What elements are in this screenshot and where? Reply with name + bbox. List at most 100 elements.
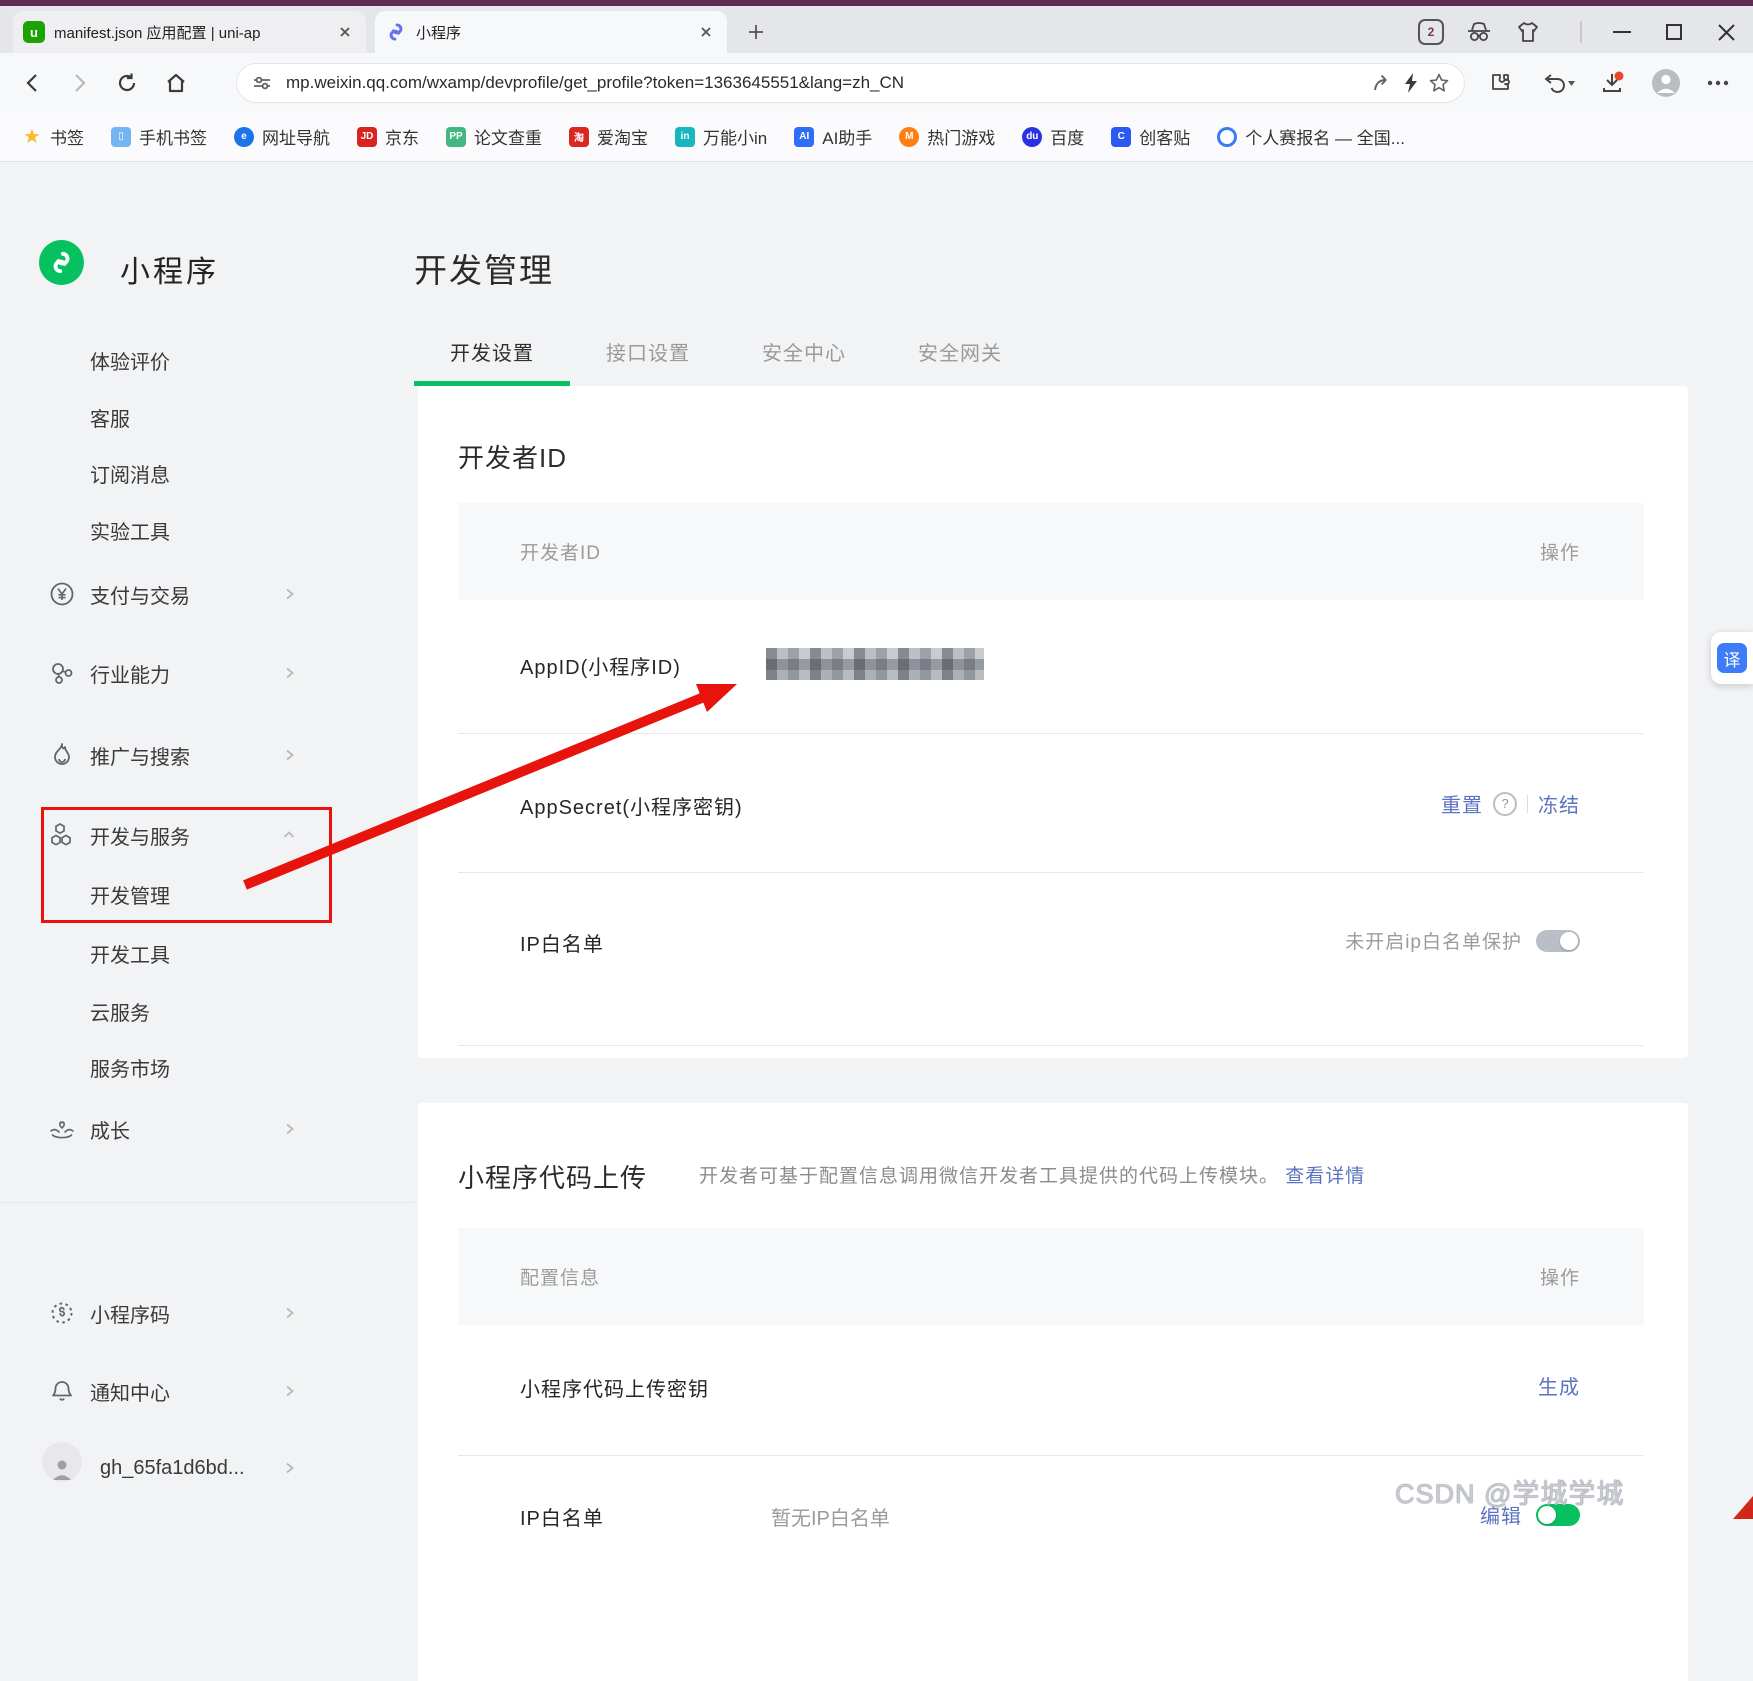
bookmark-item[interactable]: e 网址导航 (234, 124, 330, 149)
view-details-link[interactable]: 查看详情 (1285, 1166, 1365, 1187)
section-description: 开发者可基于配置信息调用微信开发者工具提供的代码上传模块。 查看详情 (699, 1161, 1365, 1188)
sidebar-item-growth[interactable]: 成长 (0, 1109, 370, 1149)
generate-link[interactable]: 生成 (1538, 1371, 1580, 1400)
page-content: 小程序 体验评价 客服 订阅消息 实验工具 支付与交易 (0, 162, 1753, 1519)
chevron-right-icon (280, 746, 298, 764)
upload-key-actions: 生成 (1538, 1371, 1580, 1400)
annotation-red-box (41, 807, 332, 923)
url-bar[interactable]: mp.weixin.qq.com/wxamp/devprofile/get_pr… (236, 63, 1465, 103)
nav-favicon: e (234, 127, 254, 147)
baidu-favicon: du (1022, 127, 1042, 147)
freeze-link[interactable]: 冻结 (1538, 789, 1580, 818)
bookmark-item[interactable]: du 百度 (1022, 124, 1084, 149)
ip-whitelist-value: 暂无IP白名单 (771, 1502, 890, 1531)
lightning-icon[interactable] (1397, 69, 1425, 97)
row-divider (458, 1455, 1644, 1456)
sidebar-item-payment[interactable]: 支付与交易 (0, 574, 370, 614)
sidebar-item-industry[interactable]: 行业能力 (0, 653, 370, 693)
sidebar-item-experience-review[interactable]: 体验评价 (0, 340, 370, 380)
tab-close-icon[interactable] (334, 21, 356, 43)
taobao-favicon: 淘 (569, 127, 589, 147)
bookmark-item[interactable]: C 创客贴 (1111, 124, 1190, 149)
flame-icon (46, 739, 78, 771)
theme-shirt-icon[interactable] (1511, 16, 1545, 48)
ip-whitelist-label: IP白名单 (520, 1502, 604, 1531)
bookmark-item[interactable]: 个人赛报名 — 全国... (1217, 124, 1405, 149)
incognito-icon[interactable] (1462, 16, 1496, 48)
ip-protection-toggle[interactable] (1536, 930, 1580, 952)
browser-tab-uniapp[interactable]: u manifest.json 应用配置 | uni-ap (13, 11, 366, 53)
bookmark-item[interactable]: M 热门游戏 (899, 124, 995, 149)
bookmark-item[interactable]: in 万能小in (675, 124, 767, 149)
ip-whitelist-label: IP白名单 (520, 928, 604, 957)
browser-menu-dots-icon[interactable] (1702, 67, 1734, 99)
extensions-puzzle-icon[interactable] (1484, 67, 1516, 99)
sidebar-item-promotion-search[interactable]: 推广与搜索 (0, 735, 370, 775)
tab-security-center[interactable]: 安全中心 (726, 334, 882, 382)
screenshot-root: u manifest.json 应用配置 | uni-ap 小程序 2 (0, 0, 1753, 1519)
bookmark-star-icon[interactable] (1425, 69, 1453, 97)
bookmark-item[interactable]: AI AI助手 (794, 124, 872, 149)
undo-history-icon[interactable] (1537, 67, 1581, 99)
url-text[interactable]: mp.weixin.qq.com/wxamp/devprofile/get_pr… (286, 73, 1369, 93)
share-icon[interactable] (1369, 69, 1397, 97)
sidebar-item-applet-code[interactable]: 小程序码 (0, 1293, 370, 1333)
bookmark-item[interactable]: PP 论文查重 (446, 124, 542, 149)
phone-favicon: ▯ (111, 127, 131, 147)
new-tab-button[interactable] (742, 18, 770, 46)
sidebar-divider (0, 1202, 414, 1203)
bookmark-item[interactable]: ▯ 手机书签 (111, 124, 207, 149)
chevron-right-icon (280, 664, 298, 682)
tab-dev-settings[interactable]: 开发设置 (414, 334, 570, 382)
sidebar-item-lab-tools[interactable]: 实验工具 (0, 510, 370, 550)
translate-icon: 译 (1717, 643, 1747, 673)
tab-counter-badge[interactable]: 2 (1414, 16, 1448, 48)
tab-api-settings[interactable]: 接口设置 (570, 334, 726, 382)
robot-favicon: in (675, 127, 695, 147)
maximize-button[interactable] (1657, 16, 1691, 48)
bookmark-item[interactable]: ★ 书签 (22, 124, 84, 149)
bookmark-item[interactable]: JD 京东 (357, 124, 419, 149)
ai-favicon: AI (794, 127, 814, 147)
sidebar-item-dev-tools[interactable]: 开发工具 (0, 933, 370, 973)
developer-id-card: 开发者ID 开发者ID 操作 AppID(小程序ID) AppSecret(小程… (418, 386, 1688, 1058)
bookmarks-bar: ★ 书签 ▯ 手机书签 e 网址导航 JD 京东 PP 论文查重 淘 爱淘宝 i… (0, 112, 1753, 162)
profile-avatar[interactable] (1650, 67, 1682, 99)
help-icon[interactable]: ? (1493, 792, 1517, 816)
sidebar-item-account[interactable]: gh_65fa1d6bd... (0, 1448, 370, 1488)
browser-toolbar: mp.weixin.qq.com/wxamp/devprofile/get_pr… (0, 53, 1753, 112)
forward-icon[interactable] (63, 67, 95, 99)
tab-security-gateway[interactable]: 安全网关 (882, 334, 1038, 382)
browser-tab-strip: u manifest.json 应用配置 | uni-ap 小程序 2 (0, 6, 1753, 53)
tab-close-icon[interactable] (695, 21, 717, 43)
translate-fab[interactable]: 译 (1711, 632, 1753, 684)
chevron-right-icon (280, 1382, 298, 1400)
browser-tab-miniprogram[interactable]: 小程序 (375, 11, 727, 53)
chevron-right-icon (280, 1459, 298, 1477)
yen-circle-icon (46, 578, 78, 610)
appid-label: AppID(小程序ID) (520, 651, 681, 680)
uniapp-favicon: u (23, 21, 45, 43)
miniprogram-favicon (385, 21, 407, 43)
sidebar-item-cloud-service[interactable]: 云服务 (0, 991, 370, 1031)
reload-icon[interactable] (111, 67, 143, 99)
sidebar-item-service-market[interactable]: 服务市场 (0, 1047, 370, 1087)
miniprogram-logo-icon (39, 240, 84, 285)
chevron-right-icon (280, 1304, 298, 1322)
minimize-button[interactable] (1605, 16, 1639, 48)
reset-link[interactable]: 重置 (1441, 789, 1483, 818)
sidebar-item-customer-service[interactable]: 客服 (0, 397, 370, 437)
growth-icon (46, 1113, 78, 1145)
chevron-right-icon (280, 1120, 298, 1138)
pp-favicon: PP (446, 127, 466, 147)
home-icon[interactable] (160, 67, 192, 99)
sidebar-item-notification-center[interactable]: 通知中心 (0, 1371, 370, 1411)
appsecret-actions: 重置 ? 冻结 (1441, 789, 1580, 818)
back-icon[interactable] (17, 67, 49, 99)
jd-favicon: JD (357, 127, 377, 147)
close-button[interactable] (1709, 16, 1743, 48)
sidebar-item-subscribe-message[interactable]: 订阅消息 (0, 453, 370, 493)
bookmark-item[interactable]: 淘 爱淘宝 (569, 124, 648, 149)
site-settings-icon[interactable] (248, 69, 276, 97)
download-icon[interactable] (1596, 67, 1628, 99)
